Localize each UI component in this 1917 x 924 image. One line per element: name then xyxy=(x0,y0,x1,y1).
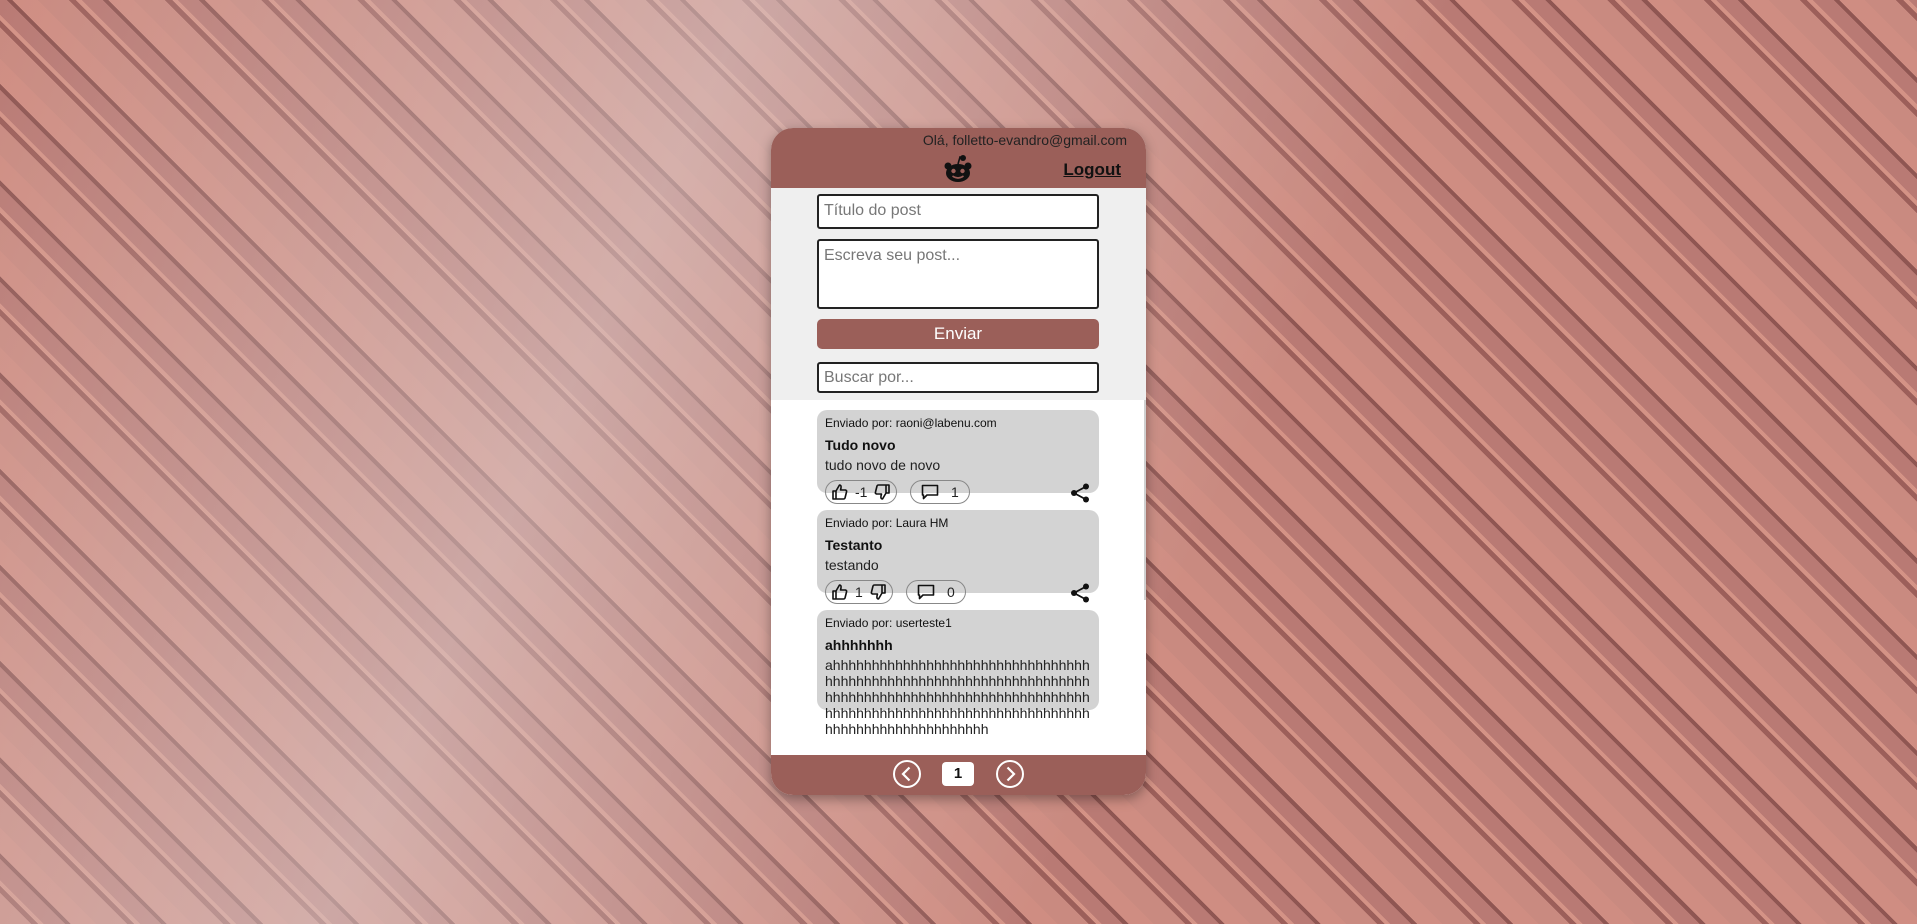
current-page-number: 1 xyxy=(942,762,974,786)
comment-button[interactable]: 1 xyxy=(910,480,970,504)
search-input[interactable]: Buscar por... xyxy=(817,362,1099,393)
post-title-input[interactable]: Título do post xyxy=(817,194,1099,229)
feed-scrollbar[interactable] xyxy=(1144,400,1146,600)
post-author: Enviado por: Laura HM xyxy=(825,516,949,530)
thumbs-down-icon[interactable] xyxy=(873,483,891,501)
user-greeting: Olá, folletto-evandro@gmail.com xyxy=(922,132,1127,148)
post-card: Enviado por: raoni@labenu.com Tudo novo … xyxy=(817,410,1099,504)
new-post-form: Título do post Escreva seu post... Envia… xyxy=(771,188,1146,400)
post-body: tudo novo de novo xyxy=(825,457,941,473)
comment-icon xyxy=(917,584,935,600)
vote-control: -1 xyxy=(825,480,898,504)
post-body-textarea[interactable]: Escreva seu post... xyxy=(817,239,1099,309)
post-card: Enviado por: userteste1 ahhhhhhh ahhhhhh… xyxy=(817,610,1099,737)
app-frame: Olá, folletto-evandro@gmail.com Logout T… xyxy=(771,128,1146,795)
comment-count: 1 xyxy=(951,484,959,500)
comment-icon xyxy=(921,484,939,500)
share-icon[interactable] xyxy=(1069,482,1091,504)
post-feed: Enviado por: raoni@labenu.com Tudo novo … xyxy=(771,400,1146,755)
comment-count: 0 xyxy=(947,584,955,600)
post-card: Enviado por: Laura HM Testanto testando … xyxy=(817,510,1099,604)
vote-count: 1 xyxy=(855,584,863,600)
vote-control: 1 xyxy=(825,580,893,604)
vote-count: -1 xyxy=(855,484,868,500)
post-title: ahhhhhhh xyxy=(825,637,893,653)
thumbs-down-icon[interactable] xyxy=(869,583,887,601)
post-title: Testanto xyxy=(825,537,883,553)
app-header: Olá, folletto-evandro@gmail.com Logout xyxy=(771,128,1146,188)
post-title: Tudo novo xyxy=(825,437,896,453)
post-body: ahhhhhhhhhhhhhhhhhhhhhhhhhhhhhhhhhhhhhhh… xyxy=(825,657,1090,737)
post-body: testando xyxy=(825,557,879,573)
share-icon[interactable] xyxy=(1069,582,1091,604)
post-actions: -1 1 xyxy=(825,480,1091,506)
chevron-right-circle-icon[interactable] xyxy=(995,759,1025,789)
post-author: Enviado por: userteste1 xyxy=(825,616,952,630)
post-author: Enviado por: raoni@labenu.com xyxy=(825,416,997,430)
pagination-bar: 1 xyxy=(771,755,1146,795)
post-actions: 1 0 xyxy=(825,580,1091,606)
logout-link[interactable]: Logout xyxy=(1063,160,1121,180)
reddit-logo-icon[interactable] xyxy=(942,154,974,184)
comment-button[interactable]: 0 xyxy=(906,580,966,604)
send-button[interactable]: Enviar xyxy=(817,319,1099,349)
chevron-left-circle-icon[interactable] xyxy=(892,759,922,789)
thumbs-up-icon[interactable] xyxy=(831,583,849,601)
thumbs-up-icon[interactable] xyxy=(831,483,849,501)
